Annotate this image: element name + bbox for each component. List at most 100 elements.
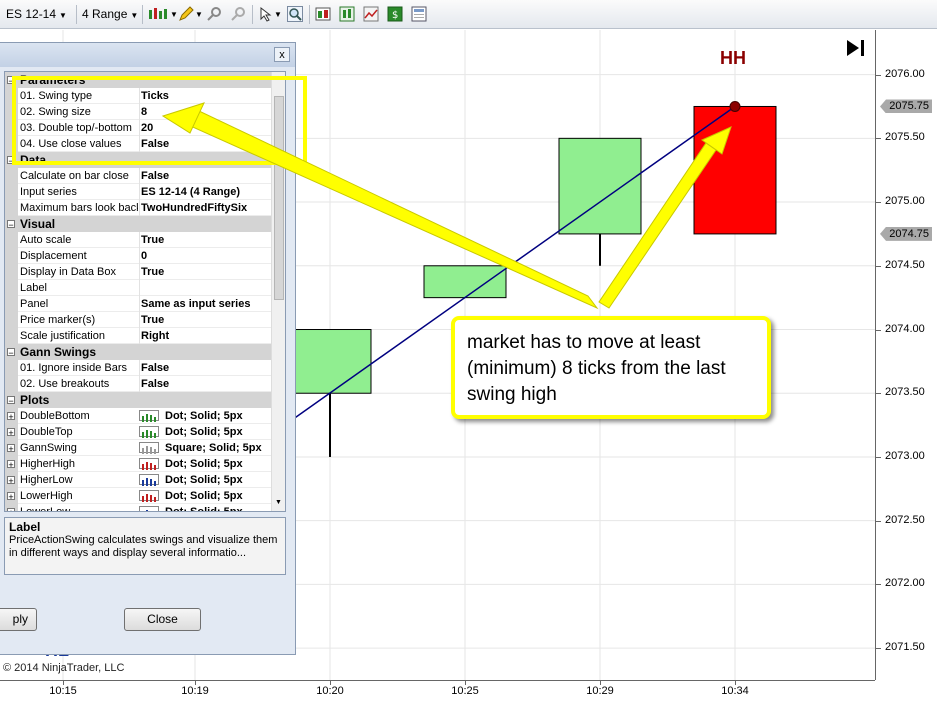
expand-icon[interactable]: +	[7, 444, 15, 454]
property-value: Dot; Solid; 5px	[165, 410, 243, 422]
property-row[interactable]: Calculate on bar close False	[5, 168, 271, 184]
cursor-pointer-icon[interactable]	[258, 6, 274, 22]
candle-body	[423, 265, 507, 299]
property-row[interactable]: Displacement 0	[5, 248, 271, 264]
dialog-close-button[interactable]: x	[274, 47, 290, 62]
toolbar-divider	[76, 5, 77, 24]
magnify-icon[interactable]	[287, 6, 303, 22]
property-category[interactable]: − Visual	[5, 216, 271, 232]
candle-body	[693, 105, 777, 235]
property-value: Dot; Solid; 5px	[165, 458, 243, 470]
property-row[interactable]: Price marker(s) True	[5, 312, 271, 328]
x-tick-label: 10:25	[451, 685, 479, 697]
property-row[interactable]: Display in Data Box True	[5, 264, 271, 280]
time-axis[interactable]: 10:15 10:19 10:20 10:25 10:29 10:34	[0, 680, 875, 706]
higher-high-dot	[729, 100, 741, 112]
property-row[interactable]: Label	[5, 280, 271, 296]
row-gutter	[5, 264, 18, 280]
plot-style-icon	[139, 474, 159, 486]
property-row[interactable]: + DoubleTop Dot; Solid; 5px	[5, 424, 271, 440]
property-row[interactable]: Auto scale True	[5, 232, 271, 248]
strategies-icon[interactable]: $	[387, 6, 403, 22]
property-row[interactable]: + HigherLow Dot; Solid; 5px	[5, 472, 271, 488]
candle-body	[558, 137, 642, 235]
annotation-callout: market has to move at least (minimum) 8 …	[451, 316, 771, 419]
property-row[interactable]: + LowerLow Dot; Solid; 5px	[5, 504, 271, 512]
property-row[interactable]: Panel Same as input series	[5, 296, 271, 312]
apply-button[interactable]: ply	[0, 608, 37, 631]
chevron-down-icon[interactable]: ▼	[195, 5, 203, 25]
y-tick-mark	[876, 265, 881, 267]
property-name: Scale justification	[20, 330, 105, 342]
dialog-title-bar[interactable]	[0, 43, 295, 67]
property-value[interactable]: TwoHundredFiftySix	[139, 200, 273, 216]
y-tick-label: 2075.50	[885, 131, 925, 144]
property-name: LowerLow	[20, 506, 71, 512]
property-value[interactable]: Same as input series	[139, 296, 273, 312]
zoom-out-icon[interactable]	[230, 6, 246, 22]
y-tick-mark	[876, 138, 881, 140]
zoom-in-icon[interactable]	[206, 6, 222, 22]
property-value[interactable]: False	[139, 360, 273, 376]
property-category[interactable]: − Gann Swings	[5, 344, 271, 360]
y-tick-mark	[876, 393, 881, 395]
instrument-label: ES 12-14	[6, 7, 57, 21]
property-name: Price marker(s)	[20, 314, 96, 326]
close-button[interactable]: Close	[124, 608, 201, 631]
expand-icon[interactable]: +	[7, 476, 15, 486]
y-tick-label: 2075.00	[885, 195, 925, 208]
chart-style-icon[interactable]	[339, 6, 355, 22]
property-value[interactable]: True	[139, 232, 273, 248]
property-row[interactable]: + LowerHigh Dot; Solid; 5px	[5, 488, 271, 504]
property-value: Dot; Solid; 5px	[165, 474, 243, 486]
expand-icon[interactable]: +	[7, 460, 15, 470]
property-row[interactable]: 02. Use breakouts False	[5, 376, 271, 392]
property-value: Square; Solid; 5px	[165, 442, 262, 454]
property-row[interactable]: + GannSwing Square; Solid; 5px	[5, 440, 271, 456]
scroll-down-icon[interactable]: ▼	[275, 499, 282, 506]
bar-type-selector[interactable]: 4 Range ▼	[82, 4, 138, 24]
property-category[interactable]: − Plots	[5, 392, 271, 408]
property-value[interactable]: ES 12-14 (4 Range)	[139, 184, 273, 200]
row-gutter	[5, 312, 18, 328]
expand-icon[interactable]: +	[7, 508, 15, 511]
toolbar-divider	[142, 5, 143, 24]
pencil-draw-icon[interactable]	[178, 6, 194, 22]
collapse-icon[interactable]: −	[7, 348, 15, 358]
property-name: Label	[20, 282, 47, 294]
property-row[interactable]: Maximum bars look back TwoHundredFiftySix	[5, 200, 271, 216]
y-tick-label: 2076.00	[885, 67, 925, 80]
copyright-text: © 2014 NinjaTrader, LLC	[3, 662, 125, 674]
data-box-icon[interactable]	[315, 6, 331, 22]
property-row[interactable]: + HigherHigh Dot; Solid; 5px	[5, 456, 271, 472]
expand-icon[interactable]: +	[7, 492, 15, 502]
collapse-icon[interactable]: −	[7, 220, 15, 230]
property-row[interactable]: 01. Ignore inside Bars False	[5, 360, 271, 376]
chevron-down-icon[interactable]: ▼	[274, 5, 282, 25]
property-value[interactable]	[139, 280, 273, 296]
property-value[interactable]: Right	[139, 328, 273, 344]
property-value: Dot; Solid; 5px	[165, 490, 243, 502]
properties-icon[interactable]	[411, 6, 427, 22]
property-row[interactable]: Input series ES 12-14 (4 Range)	[5, 184, 271, 200]
indicators-icon[interactable]	[363, 6, 379, 22]
chevron-down-icon[interactable]: ▼	[170, 5, 178, 25]
property-value[interactable]: False	[139, 168, 273, 184]
property-value[interactable]: 0	[139, 248, 273, 264]
scroll-to-end-icon[interactable]	[845, 38, 867, 61]
instrument-selector[interactable]: ES 12-14 ▼	[6, 4, 67, 24]
plot-style-icon	[139, 458, 159, 470]
property-name: GannSwing	[20, 442, 77, 454]
property-value[interactable]: False	[139, 376, 273, 392]
property-value[interactable]: True	[139, 264, 273, 280]
price-axis[interactable]: 2076.00 2075.50 2075.00 2074.50 2074.00 2073.…	[875, 30, 937, 680]
bars-type-icon[interactable]	[148, 6, 167, 22]
expand-icon[interactable]: +	[7, 412, 15, 422]
chevron-down-icon: ▼	[59, 11, 67, 20]
property-row[interactable]: Scale justification Right	[5, 328, 271, 344]
expand-icon[interactable]: +	[7, 428, 15, 438]
property-row[interactable]: + DoubleBottom Dot; Solid; 5px	[5, 408, 271, 424]
property-value[interactable]: True	[139, 312, 273, 328]
y-tick-mark	[876, 329, 881, 331]
collapse-icon[interactable]: −	[7, 396, 15, 406]
